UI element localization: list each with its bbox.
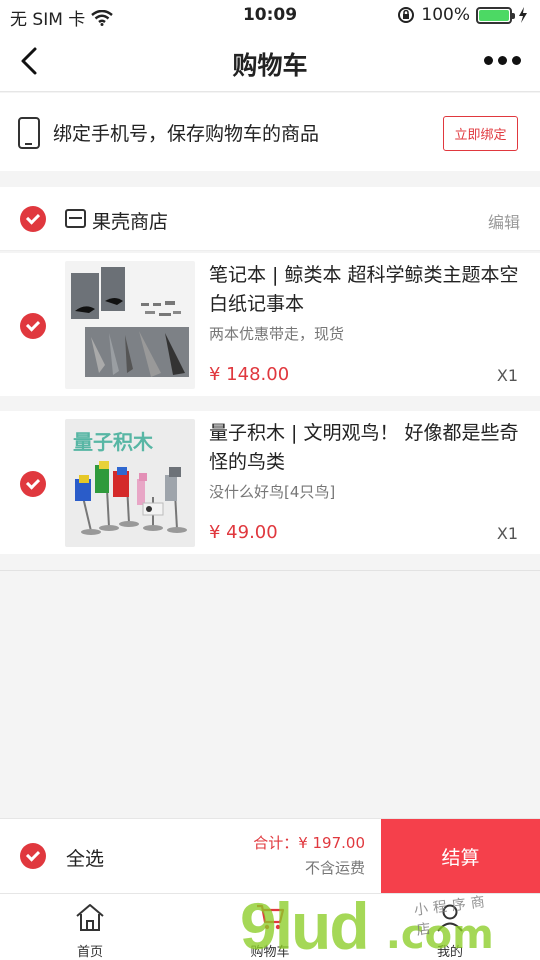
list-divider [0,570,540,571]
select-all-label[interactable]: 全选 [66,844,104,871]
more-options-icon[interactable] [484,50,522,70]
status-bar: 无 SIM 卡 10:09 100% [0,0,540,32]
tab-cart-label: 购物车 [250,945,290,960]
bind-phone-banner: 绑定手机号，保存购物车的商品 立即绑定 [0,93,540,171]
product-quantity: X1 [496,366,518,385]
user-icon [437,904,463,932]
charging-icon [519,7,527,23]
cart-item: 量子积木 量子积木 | 文明观鸟！ 好像都是些奇怪的鸟类 没什么好鸟[4只鸟] … [0,411,540,554]
image-caption: 量子积木 [73,430,154,454]
checkout-button[interactable]: 结算 [381,819,540,893]
product-subtitle: 两本优惠带走，现货 [209,325,345,343]
product-price: ¥ 148.00 [209,364,290,385]
product-image[interactable] [65,261,195,389]
nav-bar: 购物车 [0,32,540,92]
select-all-checkbox[interactable] [20,843,46,869]
edit-button[interactable]: 编辑 [488,209,520,233]
store-name[interactable]: 果壳商店 [92,207,168,234]
product-title[interactable]: 笔记本 | 鲸类本 超科学鲸类主题本空白纸记事本 [209,261,524,319]
cart-icon [257,904,285,930]
product-quantity: X1 [496,524,518,543]
tab-mine[interactable]: 我的 [400,894,500,960]
battery-icon [476,6,515,24]
page-title: 购物车 [232,51,308,80]
bind-now-button[interactable]: 立即绑定 [443,116,518,151]
tab-mine-label: 我的 [436,945,463,960]
tab-bar: 首页 购物车 我的 [0,893,540,960]
product-image[interactable]: 量子积木 [65,419,195,547]
item-select-checkbox[interactable] [20,471,46,497]
product-price: ¥ 49.00 [209,522,278,543]
product-title[interactable]: 量子积木 | 文明观鸟！ 好像都是些奇怪的鸟类 [209,419,524,477]
tab-home[interactable]: 首页 [40,894,140,960]
total-price: 合计：¥ 197.00 [253,834,365,852]
tab-cart[interactable]: 购物车 [220,894,320,960]
home-icon [76,904,104,931]
bind-phone-text: 绑定手机号，保存购物车的商品 [53,123,320,145]
tab-home-label: 首页 [76,945,103,960]
phone-icon [18,117,40,149]
cart-item: 笔记本 | 鲸类本 超科学鲸类主题本空白纸记事本 两本优惠带走，现货 ¥ 148… [0,253,540,396]
checkout-bar: 全选 合计：¥ 197.00 不含运费 结算 [0,818,540,893]
battery-percent: 100% [421,5,470,25]
item-select-checkbox[interactable] [20,313,46,339]
product-subtitle: 没什么好鸟[4只鸟] [209,483,336,501]
shop-icon [65,209,86,228]
orientation-lock-icon [398,7,415,23]
store-header: 果壳商店 编辑 [0,187,540,251]
shipping-note: 不含运费 [304,859,365,877]
store-select-checkbox[interactable] [20,206,46,232]
